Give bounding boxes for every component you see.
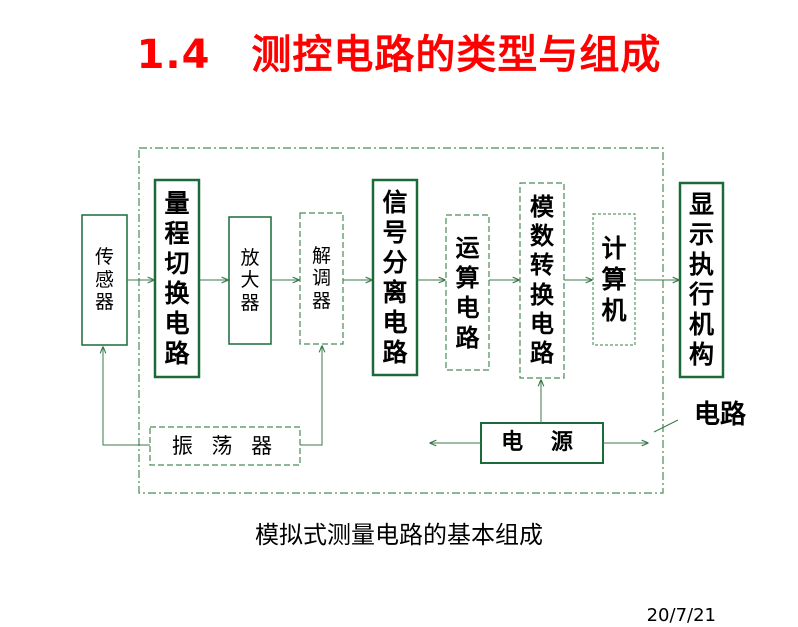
diagram-caption: 模拟式测量电路的基本组成 (255, 521, 543, 549)
sensor-box (81, 214, 128, 346)
amplifier-box (228, 216, 272, 345)
signal-separation-box (371, 178, 419, 377)
adc-circuit-box (519, 182, 565, 379)
range-switch-box (153, 178, 201, 379)
side-label-leader (653, 419, 679, 433)
circuit-enclosure (138, 147, 664, 494)
computer-box (592, 213, 636, 346)
operation-circuit-box (445, 214, 490, 371)
oscillator-box (149, 426, 301, 466)
demodulator-box (299, 212, 344, 345)
display-actuator-box (678, 181, 725, 379)
slide-date: 20/7/21 (646, 605, 716, 626)
power-supply-box (480, 422, 604, 464)
arrow-oscillator-to-demodulator (300, 346, 322, 446)
arrow-oscillator-to-sensor (103, 347, 150, 446)
